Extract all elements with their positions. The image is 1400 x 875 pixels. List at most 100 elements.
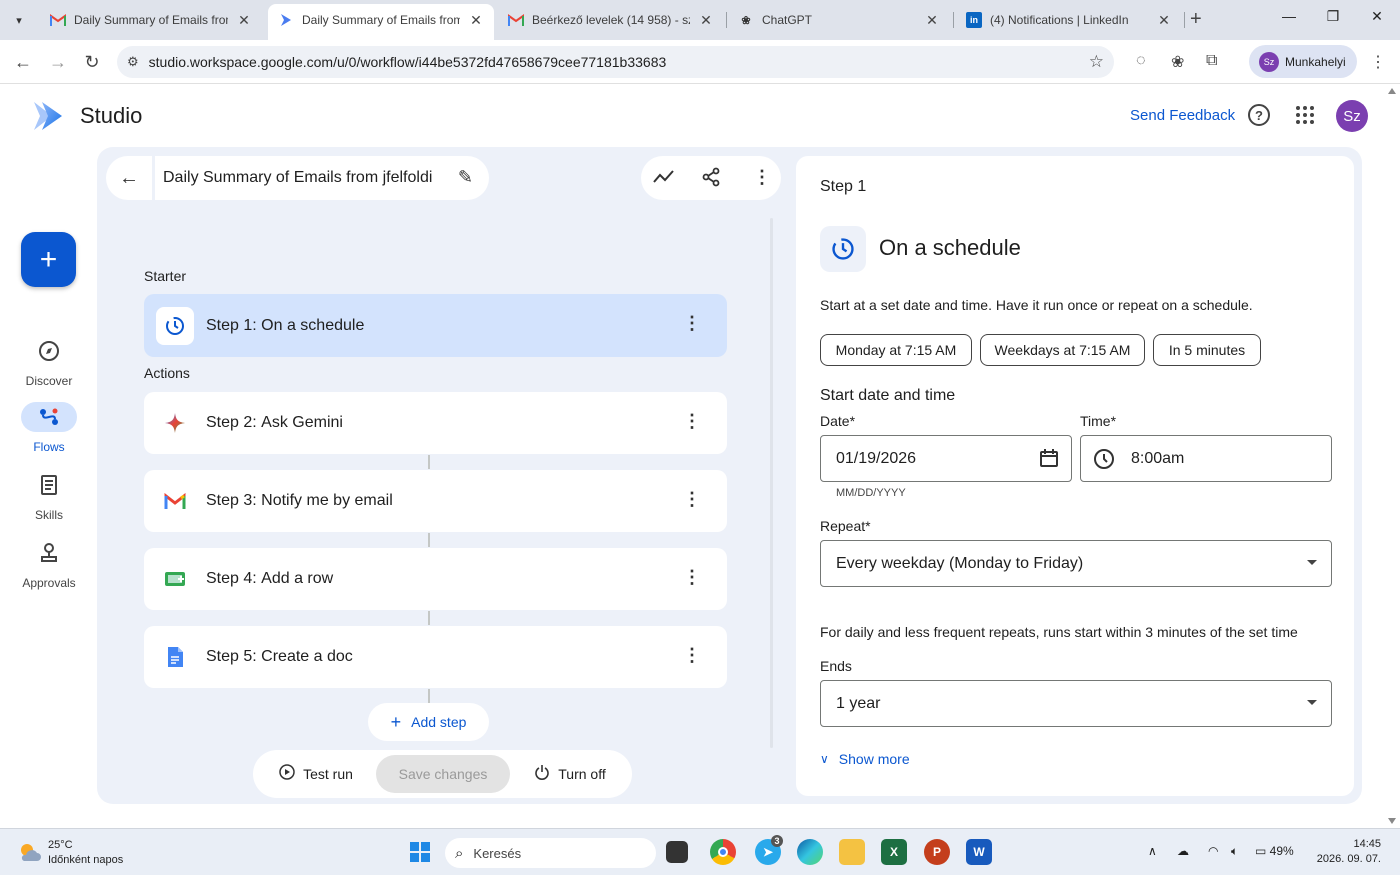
- user-avatar[interactable]: Sz: [1336, 100, 1368, 132]
- apps-grid-icon[interactable]: [1296, 106, 1314, 124]
- pencil-icon[interactable]: ✎: [458, 167, 473, 188]
- reload-icon[interactable]: ↻: [81, 51, 103, 73]
- browser-tab[interactable]: Daily Summary of Emails from jfe ✕: [40, 6, 262, 34]
- repeat-select[interactable]: Every weekday (Monday to Friday): [820, 540, 1332, 587]
- step-card-5[interactable]: Step 5: Create a doc ⋮: [144, 626, 727, 688]
- workflow-title[interactable]: Daily Summary of Emails from jfelfoldi ✎: [155, 156, 489, 200]
- chevron-down-icon: ∨: [820, 752, 829, 766]
- chat-icon[interactable]: ◌: [1136, 52, 1146, 70]
- step-connector: [428, 533, 430, 547]
- share-icon[interactable]: [701, 167, 721, 192]
- activity-icon[interactable]: [653, 167, 675, 192]
- chrome-icon[interactable]: [710, 839, 736, 865]
- forward-icon[interactable]: →: [47, 51, 69, 73]
- chatgpt-extension-icon[interactable]: ❀: [1171, 52, 1184, 72]
- clock-icon: [1093, 448, 1115, 475]
- windows-start-icon[interactable]: [407, 839, 433, 865]
- restore-icon[interactable]: ❐: [1313, 8, 1353, 25]
- workflow-action-bar: Test run Save changes Turn off: [253, 750, 632, 798]
- arrow-left-icon: ←: [119, 166, 139, 189]
- rail-item-skills[interactable]: Skills: [8, 470, 90, 522]
- step-card-1[interactable]: Step 1: On a schedule ⋮: [144, 294, 727, 357]
- minimize-icon[interactable]: —: [1269, 8, 1309, 24]
- repeat-label: Repeat*: [820, 518, 871, 534]
- onedrive-icon[interactable]: ☁: [1177, 844, 1189, 858]
- step-card-4[interactable]: Step 4: Add a row ⋮: [144, 548, 727, 610]
- back-button[interactable]: ←: [106, 156, 152, 200]
- more-vert-icon[interactable]: ⋮: [683, 412, 701, 430]
- tab-search-icon[interactable]: ▾: [6, 8, 32, 32]
- more-vert-icon[interactable]: ⋮: [753, 167, 771, 188]
- speaker-muted-icon[interactable]: 🔈︎: [1231, 844, 1238, 859]
- send-feedback-link[interactable]: Send Feedback: [1130, 107, 1235, 124]
- add-step-button[interactable]: + Add step: [368, 703, 489, 741]
- new-tab-icon[interactable]: +: [1190, 9, 1202, 29]
- show-more-button[interactable]: ∨ Show more: [820, 751, 910, 767]
- rail-item-approvals[interactable]: Approvals: [8, 538, 90, 590]
- close-tab-icon[interactable]: ✕: [236, 12, 252, 29]
- wifi-icon[interactable]: ◠: [1208, 844, 1218, 858]
- clock[interactable]: 14:45 2026. 09. 07.: [1315, 837, 1381, 867]
- detail-description: Start at a set date and time. Have it ru…: [820, 297, 1253, 313]
- detail-title: On a schedule: [879, 235, 1021, 260]
- scroll-up-icon[interactable]: [1388, 88, 1396, 94]
- powerpoint-icon[interactable]: P: [924, 839, 950, 865]
- tab-separator: [953, 12, 954, 28]
- excel-icon[interactable]: X: [881, 839, 907, 865]
- preset-chip[interactable]: Monday at 7:15 AM: [820, 334, 972, 366]
- weather-widget[interactable]: 25°C Időnként napos: [48, 838, 123, 868]
- scroll-down-icon[interactable]: [1388, 818, 1396, 824]
- browser-tab[interactable]: in (4) Notifications | LinkedIn ✕: [956, 6, 1182, 34]
- browser-tab-bar: ▾ Daily Summary of Emails from jfe ✕ Dai…: [0, 0, 1400, 40]
- browser-menu-icon[interactable]: ⋮: [1370, 52, 1386, 72]
- browser-tab[interactable]: ❀ ChatGPT ✕: [728, 6, 950, 34]
- preset-chip[interactable]: Weekdays at 7:15 AM: [980, 334, 1145, 366]
- edge-icon[interactable]: [797, 839, 823, 865]
- time-label: Time*: [1080, 413, 1117, 429]
- step-card-2[interactable]: Step 2: Ask Gemini ⋮: [144, 392, 727, 454]
- step-card-3[interactable]: Step 3: Notify me by email ⋮: [144, 470, 727, 532]
- rail-item-discover[interactable]: Discover: [8, 336, 90, 388]
- tray-chevron-icon[interactable]: ∧: [1148, 844, 1157, 858]
- more-vert-icon[interactable]: ⋮: [683, 314, 701, 332]
- more-vert-icon[interactable]: ⋮: [683, 646, 701, 664]
- close-tab-icon[interactable]: ✕: [698, 12, 714, 29]
- browser-tab-active[interactable]: Daily Summary of Emails from jfe ✕: [268, 4, 494, 40]
- page-scrollbar[interactable]: [1384, 84, 1400, 828]
- calendar-icon[interactable]: [1039, 448, 1059, 473]
- word-icon[interactable]: W: [966, 839, 992, 865]
- telegram-badge: 3: [771, 835, 783, 847]
- close-window-icon[interactable]: ✕: [1357, 8, 1397, 25]
- site-info-icon[interactable]: ⚙: [127, 54, 139, 70]
- more-vert-icon[interactable]: ⋮: [683, 568, 701, 586]
- battery-icon[interactable]: ▭ 49%: [1255, 844, 1294, 858]
- extensions-icon[interactable]: ⧉: [1206, 52, 1217, 70]
- profile-button[interactable]: Sz Munkahelyi: [1249, 45, 1357, 78]
- close-tab-icon[interactable]: ✕: [468, 12, 484, 29]
- test-run-button[interactable]: Test run: [261, 755, 371, 793]
- browser-tab[interactable]: Beérkező levelek (14 958) - szbá ✕: [498, 6, 724, 34]
- task-view-icon[interactable]: [666, 841, 688, 863]
- rail-item-flows[interactable]: Flows: [8, 402, 90, 454]
- date-field[interactable]: 01/19/2026: [820, 435, 1072, 482]
- weather-icon[interactable]: [18, 841, 42, 865]
- turn-off-button[interactable]: Turn off: [515, 755, 625, 793]
- back-icon[interactable]: ←: [12, 51, 34, 73]
- create-button[interactable]: +: [21, 232, 76, 287]
- close-tab-icon[interactable]: ✕: [1156, 12, 1172, 29]
- gmail-icon: [508, 12, 524, 28]
- time-field[interactable]: 8:00am: [1080, 435, 1332, 482]
- starter-label: Starter: [144, 268, 187, 284]
- ends-select[interactable]: 1 year: [820, 680, 1332, 727]
- preset-chip[interactable]: In 5 minutes: [1153, 334, 1261, 366]
- canvas-scrollbar[interactable]: [770, 218, 773, 748]
- file-explorer-icon[interactable]: [839, 839, 865, 865]
- close-tab-icon[interactable]: ✕: [924, 12, 940, 29]
- help-icon[interactable]: ?: [1248, 104, 1270, 126]
- more-vert-icon[interactable]: ⋮: [683, 490, 701, 508]
- taskbar-search[interactable]: ⌕ Keresés: [445, 838, 656, 868]
- studio-icon: [278, 12, 294, 28]
- url-field[interactable]: ⚙ studio.workspace.google.com/u/0/workfl…: [117, 46, 1114, 78]
- bookmark-star-icon[interactable]: ☆: [1089, 52, 1104, 72]
- save-changes-button[interactable]: Save changes: [376, 755, 510, 793]
